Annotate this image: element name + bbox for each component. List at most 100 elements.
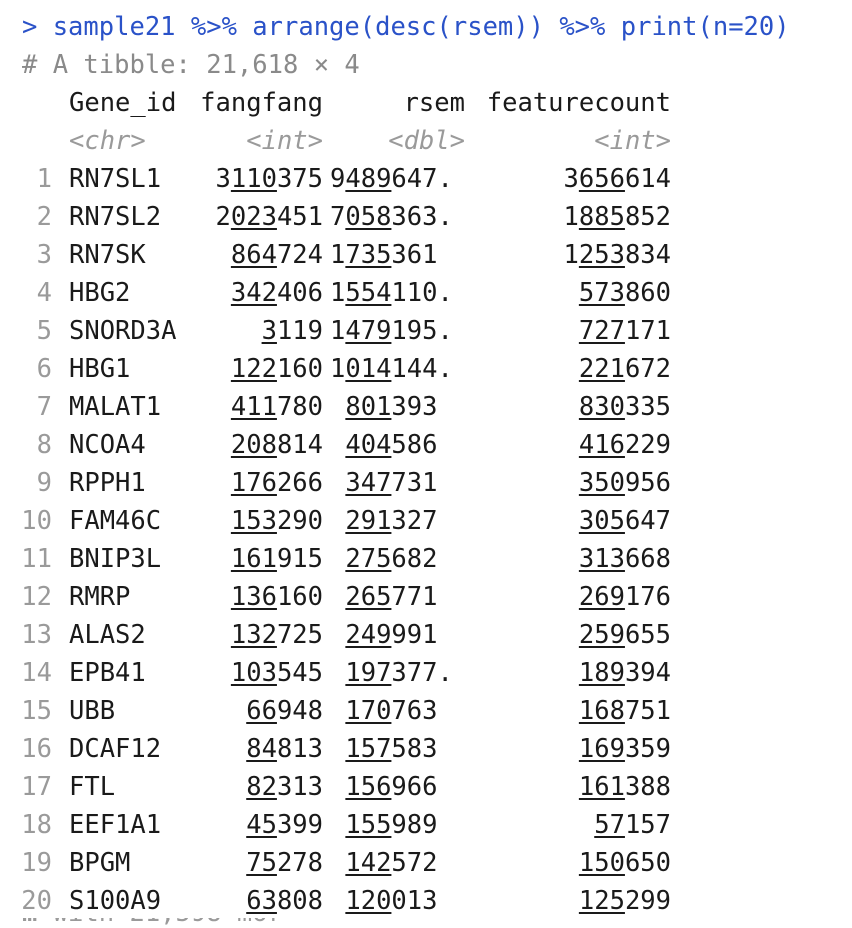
gene-id-cell: RPPH1 <box>69 468 146 498</box>
featurecount-cell: 1885852 <box>563 202 671 232</box>
featurecount-cell: 313668 <box>578 544 671 574</box>
row-number: 7 <box>36 392 52 422</box>
rsem-cell: 120013 <box>345 886 438 916</box>
gene-id-cell: RN7SL2 <box>69 202 162 232</box>
fangfang-cell: 864724 <box>230 240 323 270</box>
row-number: 1 <box>36 164 52 194</box>
row-number: 6 <box>36 354 52 384</box>
gene-id-cell: DCAF12 <box>69 734 162 764</box>
gene-id-cell: BNIP3L <box>69 544 162 574</box>
gene-id-cell: EPB41 <box>69 658 146 688</box>
r-console[interactable]: > sample21 %>% arrange(desc(rsem)) %>% p… <box>0 0 852 928</box>
gene-id-cell: RN7SK <box>69 240 146 270</box>
row-number: 16 <box>21 734 52 764</box>
gene-id-cell: EEF1A1 <box>69 810 162 840</box>
column-type-fangfang: <int> <box>246 126 323 156</box>
fangfang-cell: 2023451 <box>215 202 323 232</box>
column-type-rsem: <dbl> <box>388 126 465 156</box>
gene-id-cell: NCOA4 <box>69 430 146 460</box>
fangfang-cell: 208814 <box>230 430 323 460</box>
row-number: 19 <box>21 848 52 878</box>
row-number: 10 <box>21 506 52 536</box>
rsem-cell: 9489647. <box>330 164 453 194</box>
gene-id-cell: RN7SL1 <box>69 164 162 194</box>
fangfang-cell: 103545 <box>230 658 323 688</box>
rsem-cell: 1735361 <box>330 240 438 270</box>
gene-id-cell: HBG2 <box>69 278 131 308</box>
featurecount-cell: 305647 <box>578 506 671 536</box>
featurecount-cell: 3656614 <box>563 164 671 194</box>
fangfang-cell: 3119 <box>261 316 323 346</box>
fangfang-cell: 176266 <box>230 468 323 498</box>
featurecount-cell: 269176 <box>578 582 671 612</box>
row-number: 12 <box>21 582 52 612</box>
column-type-featurecount: <int> <box>594 126 671 156</box>
row-number: 14 <box>21 658 52 688</box>
rsem-cell: 7058363. <box>330 202 453 232</box>
featurecount-cell: 57157 <box>594 810 671 840</box>
row-number: 13 <box>21 620 52 650</box>
featurecount-cell: 727171 <box>578 316 671 346</box>
fangfang-cell: 411780 <box>230 392 323 422</box>
column-type-gene-id: <chr> <box>69 126 146 156</box>
featurecount-cell: 150650 <box>578 848 671 878</box>
fangfang-cell: 136160 <box>230 582 323 612</box>
rsem-cell: 170763 <box>345 696 438 726</box>
rsem-cell: 156966 <box>345 772 438 802</box>
rsem-cell: 155989 <box>345 810 438 840</box>
column-header-rsem: rsem <box>403 88 465 118</box>
gene-id-cell: FTL <box>69 772 116 802</box>
rsem-cell: 347731 <box>345 468 438 498</box>
column-header-fangfang: fangfang <box>200 88 323 118</box>
rsem-cell: 801393 <box>345 392 438 422</box>
command-line: > sample21 %>% arrange(desc(rsem)) %>% p… <box>22 12 790 42</box>
featurecount-cell: 573860 <box>578 278 671 308</box>
rsem-cell: 275682 <box>345 544 438 574</box>
rsem-cell: 1014144. <box>330 354 453 384</box>
rsem-cell: 265771 <box>345 582 438 612</box>
rsem-cell: 1479195. <box>330 316 453 346</box>
featurecount-cell: 161388 <box>578 772 671 802</box>
row-number: 17 <box>21 772 52 802</box>
fangfang-cell: 84813 <box>246 734 323 764</box>
featurecount-cell: 416229 <box>578 430 671 460</box>
featurecount-cell: 221672 <box>578 354 671 384</box>
fangfang-cell: 45399 <box>246 810 323 840</box>
row-number: 5 <box>36 316 52 346</box>
fangfang-cell: 66948 <box>246 696 323 726</box>
row-number: 18 <box>21 810 52 840</box>
row-number: 3 <box>36 240 52 270</box>
rsem-cell: 291327 <box>345 506 438 536</box>
rsem-cell: 1554110. <box>330 278 453 308</box>
row-number: 9 <box>36 468 52 498</box>
fangfang-cell: 63808 <box>246 886 323 916</box>
fangfang-cell: 161915 <box>230 544 323 574</box>
row-number: 4 <box>36 278 52 308</box>
featurecount-cell: 1253834 <box>563 240 671 270</box>
featurecount-cell: 168751 <box>578 696 671 726</box>
featurecount-cell: 189394 <box>578 658 671 688</box>
featurecount-cell: 125299 <box>578 886 671 916</box>
tibble-summary: # A tibble: 21,618 × 4 <box>22 50 360 80</box>
gene-id-cell: BPGM <box>69 848 131 878</box>
row-number: 2 <box>36 202 52 232</box>
fangfang-cell: 132725 <box>230 620 323 650</box>
fangfang-cell: 75278 <box>246 848 323 878</box>
truncated-footer-line: … with 21,598 more rows <box>22 918 282 928</box>
gene-id-cell: HBG1 <box>69 354 131 384</box>
gene-id-cell: S100A9 <box>69 886 162 916</box>
gene-id-cell: UBB <box>69 696 116 726</box>
featurecount-cell: 259655 <box>578 620 671 650</box>
rsem-cell: 404586 <box>345 430 438 460</box>
fangfang-cell: 82313 <box>246 772 323 802</box>
row-number: 15 <box>21 696 52 726</box>
rsem-cell: 197377. <box>345 658 453 688</box>
column-header-featurecount: featurecount <box>486 88 671 118</box>
featurecount-cell: 350956 <box>578 468 671 498</box>
featurecount-cell: 830335 <box>578 392 671 422</box>
fangfang-cell: 122160 <box>230 354 323 384</box>
row-number: 8 <box>36 430 52 460</box>
rsem-cell: 249991 <box>345 620 438 650</box>
fangfang-cell: 342406 <box>230 278 323 308</box>
gene-id-cell: MALAT1 <box>69 392 162 422</box>
